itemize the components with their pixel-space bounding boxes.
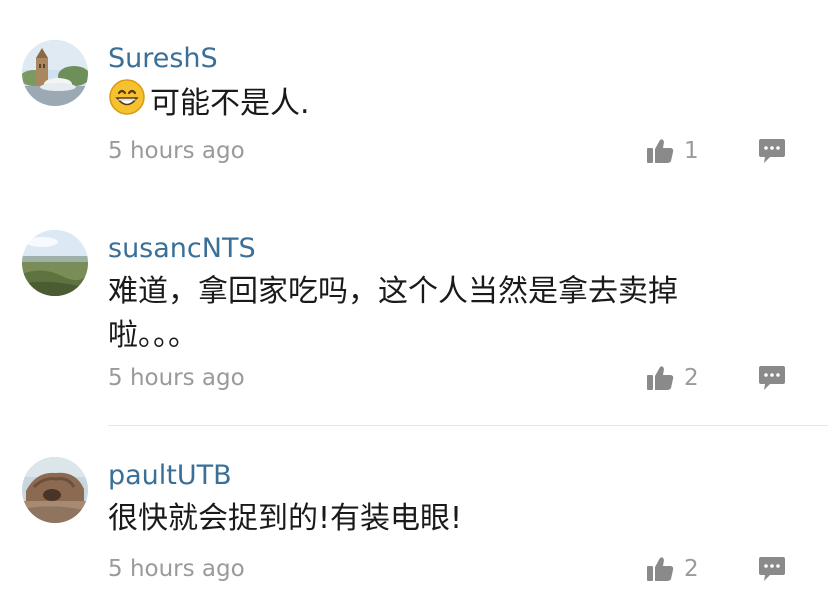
comment-text: 很快就会捉到的!有装电眼! bbox=[108, 501, 463, 536]
like-count: 2 bbox=[684, 556, 699, 582]
reply-button[interactable] bbox=[758, 555, 786, 585]
comment-item: paultUTB 很快就会捉到的!有装电眼! 5 hours ago 2 bbox=[0, 0, 828, 601]
comment-username[interactable]: paultUTB bbox=[108, 459, 232, 493]
rock-formation-avatar-image bbox=[22, 457, 88, 523]
speech-bubble-icon[interactable] bbox=[758, 555, 786, 583]
thumbs-up-icon[interactable] bbox=[646, 556, 674, 582]
comment-timestamp: 5 hours ago bbox=[108, 556, 245, 582]
like-button[interactable]: 2 bbox=[646, 554, 699, 584]
avatar[interactable] bbox=[22, 457, 88, 523]
comment-list: SureshS 可能不是人. 5 hours ago 1 susancNTS 难… bbox=[0, 0, 828, 601]
